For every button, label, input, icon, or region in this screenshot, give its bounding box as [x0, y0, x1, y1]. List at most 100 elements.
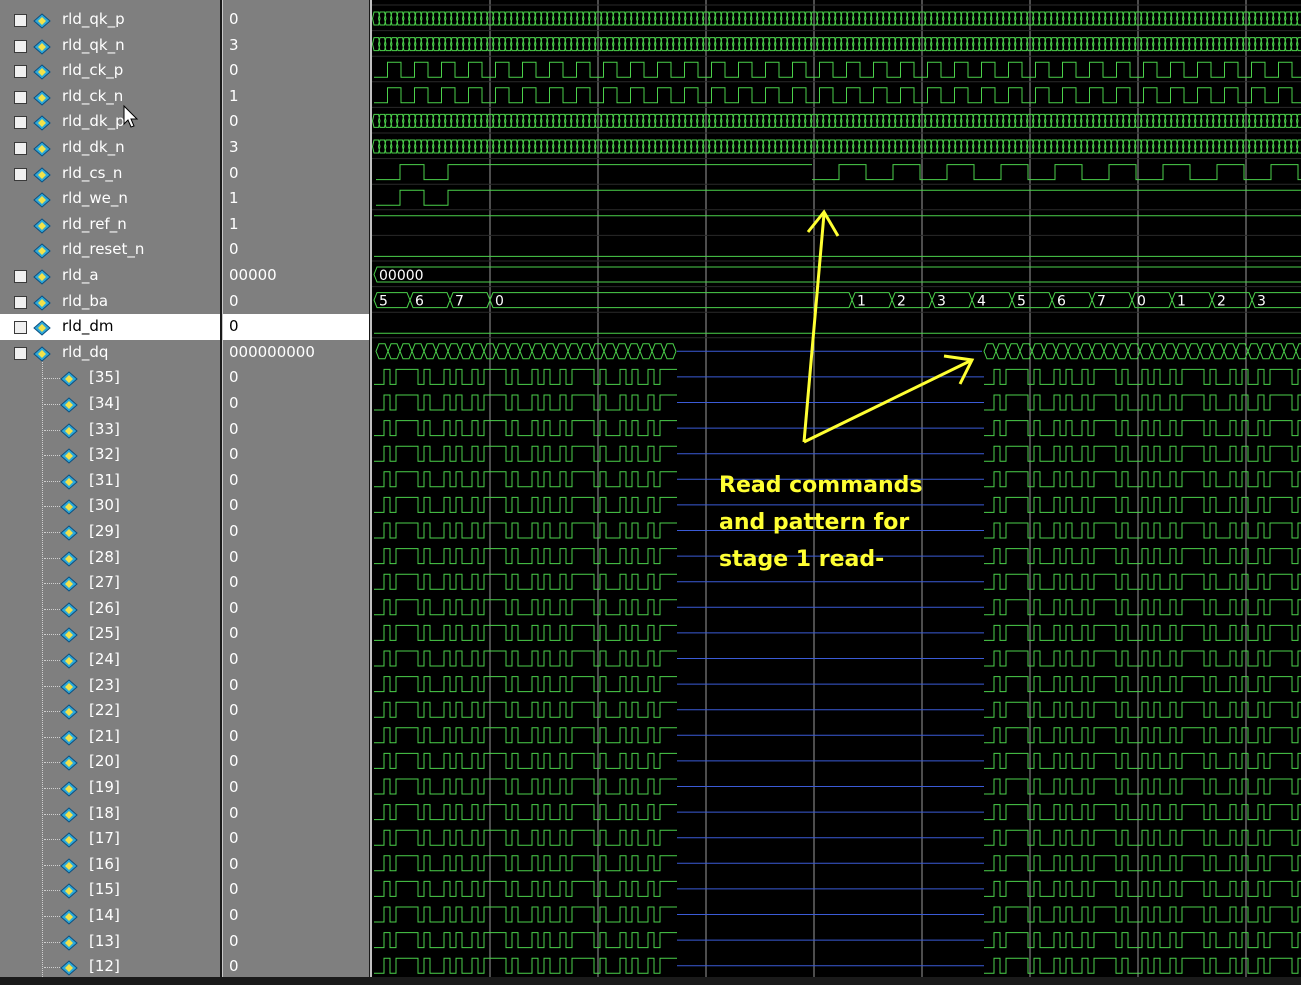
- expand-icon[interactable]: [14, 116, 27, 129]
- signal-value: 0: [223, 596, 369, 622]
- signal-row-bit31bit[interactable]: [31]: [0, 468, 220, 494]
- signal-value: 0: [223, 365, 369, 391]
- signal-name: [16]: [89, 852, 120, 878]
- wave-rld_dk_n: [373, 140, 1301, 153]
- signal-row-bit15bit[interactable]: [15]: [0, 877, 220, 903]
- signal-name: [22]: [89, 698, 120, 724]
- signal-row-bit12bit[interactable]: [12]: [0, 954, 220, 980]
- signal-name: rld_a: [62, 263, 99, 289]
- signal-row-bit23bit[interactable]: [23]: [0, 673, 220, 699]
- signal-diamond-icon: [60, 524, 76, 540]
- signal-name: [32]: [89, 442, 120, 468]
- wave-rld_dq: [1248, 344, 1260, 359]
- signal-row-rld_dk_n[interactable]: rld_dk_n: [0, 135, 220, 161]
- expand-icon[interactable]: [14, 14, 27, 27]
- wave-bit14bit: [374, 907, 677, 922]
- signal-row-bit25bit[interactable]: [25]: [0, 621, 220, 647]
- wave-rld_dq: [520, 344, 532, 359]
- wave-rld_dq: [996, 344, 1008, 359]
- signal-row-rld_dm[interactable]: rld_dm: [0, 314, 220, 340]
- signal-row-bit33bit[interactable]: [33]: [0, 417, 220, 443]
- expand-icon[interactable]: [14, 321, 27, 334]
- signal-row-bit32bit[interactable]: [32]: [0, 442, 220, 468]
- signal-row-bit20bit[interactable]: [20]: [0, 749, 220, 775]
- signal-value: 0: [223, 570, 369, 596]
- signal-row-bit29bit[interactable]: [29]: [0, 519, 220, 545]
- signal-row-rld_ck_p[interactable]: rld_ck_p: [0, 58, 220, 84]
- signal-row-rld_ba[interactable]: rld_ba: [0, 289, 220, 315]
- signal-row-rld_a[interactable]: rld_a: [0, 263, 220, 289]
- signal-value: 0: [223, 391, 369, 417]
- signal-diamond-icon: [60, 370, 76, 386]
- wave-rld_dq: [460, 344, 472, 359]
- signal-row-rld_reset_n[interactable]: rld_reset_n: [0, 237, 220, 263]
- signal-row-rld_cs_n[interactable]: rld_cs_n: [0, 161, 220, 187]
- signal-row-rld_qk_p[interactable]: rld_qk_p: [0, 7, 220, 33]
- wave-rld_dq: [1260, 344, 1272, 359]
- wave-bit21bit: [984, 728, 1301, 743]
- signal-name: rld_qk_p: [62, 7, 125, 33]
- wave-rld_dq: [652, 344, 664, 359]
- signal-diamond-icon: [33, 140, 49, 156]
- wave-bit23bit: [984, 677, 1301, 692]
- signal-diamond-icon: [60, 780, 76, 796]
- signal-diamond-icon: [60, 934, 76, 950]
- signal-row-bit21bit[interactable]: [21]: [0, 724, 220, 750]
- signal-row-rld_ck_n[interactable]: rld_ck_n: [0, 84, 220, 110]
- signal-value: 0: [223, 954, 369, 980]
- bus-value-label: 3: [937, 294, 946, 310]
- bus-value-label: 1: [1177, 294, 1186, 310]
- bus-value-label: 4: [977, 294, 986, 310]
- expand-icon[interactable]: [14, 270, 27, 283]
- wave-rld_dq: [1212, 344, 1224, 359]
- signal-row-bit26bit[interactable]: [26]: [0, 596, 220, 622]
- mouse-pointer-icon: [122, 104, 142, 130]
- expand-icon[interactable]: [14, 65, 27, 78]
- signal-name: [35]: [89, 365, 120, 391]
- tree-connector: [44, 737, 60, 738]
- signal-row-bit30bit[interactable]: [30]: [0, 493, 220, 519]
- signal-row-bit34bit[interactable]: [34]: [0, 391, 220, 417]
- wave-rld_ck_p: [374, 62, 1301, 77]
- expand-icon[interactable]: [14, 168, 27, 181]
- wave-bit16bit: [374, 856, 677, 871]
- signal-name: [12]: [89, 954, 120, 980]
- waveform-pane[interactable]: 00000567012345670123Read commandsand pat…: [370, 0, 1301, 977]
- signal-value: 1: [223, 212, 369, 238]
- signal-row-bit22bit[interactable]: [22]: [0, 698, 220, 724]
- expand-icon[interactable]: [14, 296, 27, 309]
- wave-bit12bit: [374, 958, 677, 973]
- signal-diamond-icon: [60, 652, 76, 668]
- signal-row-bit28bit[interactable]: [28]: [0, 545, 220, 571]
- wave-rld_dq: [1068, 344, 1080, 359]
- waveform-canvas[interactable]: 00000567012345670123Read commandsand pat…: [372, 0, 1301, 977]
- tree-connector: [44, 404, 60, 405]
- signal-name: rld_we_n: [62, 186, 128, 212]
- expand-icon[interactable]: [14, 91, 27, 104]
- signal-row-bit27bit[interactable]: [27]: [0, 570, 220, 596]
- wave-rld_dq: [424, 344, 436, 359]
- signal-row-rld_dk_p[interactable]: rld_dk_p: [0, 109, 220, 135]
- bus-value-label: 3: [1257, 294, 1266, 310]
- signal-row-rld_ref_n[interactable]: rld_ref_n: [0, 212, 220, 238]
- signal-row-bit14bit[interactable]: [14]: [0, 903, 220, 929]
- signal-row-bit13bit[interactable]: [13]: [0, 929, 220, 955]
- wave-rld_dq: [1080, 344, 1092, 359]
- signal-diamond-icon: [60, 396, 76, 412]
- collapse-icon[interactable]: [14, 347, 27, 360]
- signal-row-bit17bit[interactable]: [17]: [0, 826, 220, 852]
- signal-row-bit16bit[interactable]: [16]: [0, 852, 220, 878]
- signal-value: 0: [223, 289, 369, 315]
- signal-row-rld_dq[interactable]: rld_dq: [0, 340, 220, 366]
- expand-icon[interactable]: [14, 142, 27, 155]
- expand-icon[interactable]: [14, 40, 27, 53]
- signal-row-bit18bit[interactable]: [18]: [0, 801, 220, 827]
- wave-rld_dq: [616, 344, 628, 359]
- wave-rld_dq: [1116, 344, 1128, 359]
- signal-row-bit35bit[interactable]: [35]: [0, 365, 220, 391]
- signal-row-rld_we_n[interactable]: rld_we_n: [0, 186, 220, 212]
- signal-diamond-icon: [60, 626, 76, 642]
- signal-row-bit24bit[interactable]: [24]: [0, 647, 220, 673]
- signal-row-rld_qk_n[interactable]: rld_qk_n: [0, 33, 220, 59]
- signal-row-bit19bit[interactable]: [19]: [0, 775, 220, 801]
